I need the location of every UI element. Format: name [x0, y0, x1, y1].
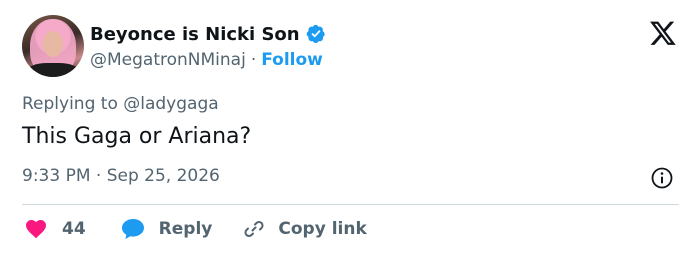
follow-button[interactable]: Follow — [261, 50, 323, 70]
heart-icon — [26, 220, 46, 239]
avatar-shirt — [26, 63, 80, 77]
author-display-name[interactable]: Beyonce is Nicki Son — [90, 24, 300, 45]
like-button[interactable]: 44 — [24, 217, 86, 241]
link-icon — [244, 220, 264, 238]
tweet-card: Beyonce is Nicki Son @MegatronNMinaj · F… — [0, 0, 700, 256]
tweet-timestamp[interactable]: 9:33 PM · Sep 25, 2026 — [22, 166, 220, 186]
handle-separator: · — [250, 50, 257, 70]
reply-button[interactable]: Reply — [120, 217, 213, 241]
info-icon[interactable] — [650, 166, 674, 190]
author-handle[interactable]: @MegatronNMinaj — [90, 50, 246, 70]
verified-badge-icon — [306, 24, 325, 43]
replying-to-handle[interactable]: @ladygaga — [123, 94, 218, 114]
speech-bubble-icon — [121, 219, 144, 239]
like-count: 44 — [62, 219, 86, 239]
copy-link-button[interactable]: Copy link — [242, 217, 367, 241]
copy-link-label: Copy link — [278, 219, 367, 239]
action-bar: 44 Reply Copy link — [22, 214, 367, 244]
timestamp-separator: · — [95, 166, 102, 186]
reply-label: Reply — [158, 219, 213, 239]
divider — [22, 204, 679, 205]
avatar[interactable] — [22, 15, 84, 77]
author-handle-row: @MegatronNMinaj · Follow — [90, 48, 323, 72]
x-logo-icon[interactable] — [648, 19, 678, 47]
replying-to-line: Replying to @ladygaga — [22, 94, 219, 114]
tweet-time: 9:33 PM — [22, 166, 91, 186]
author-name-row: Beyonce is Nicki Son — [90, 22, 326, 46]
tweet-text: This Gaga or Ariana? — [22, 124, 252, 149]
tweet-date: Sep 25, 2026 — [106, 166, 220, 186]
replying-to-prefix: Replying to — [22, 94, 118, 114]
avatar-face — [43, 31, 63, 57]
